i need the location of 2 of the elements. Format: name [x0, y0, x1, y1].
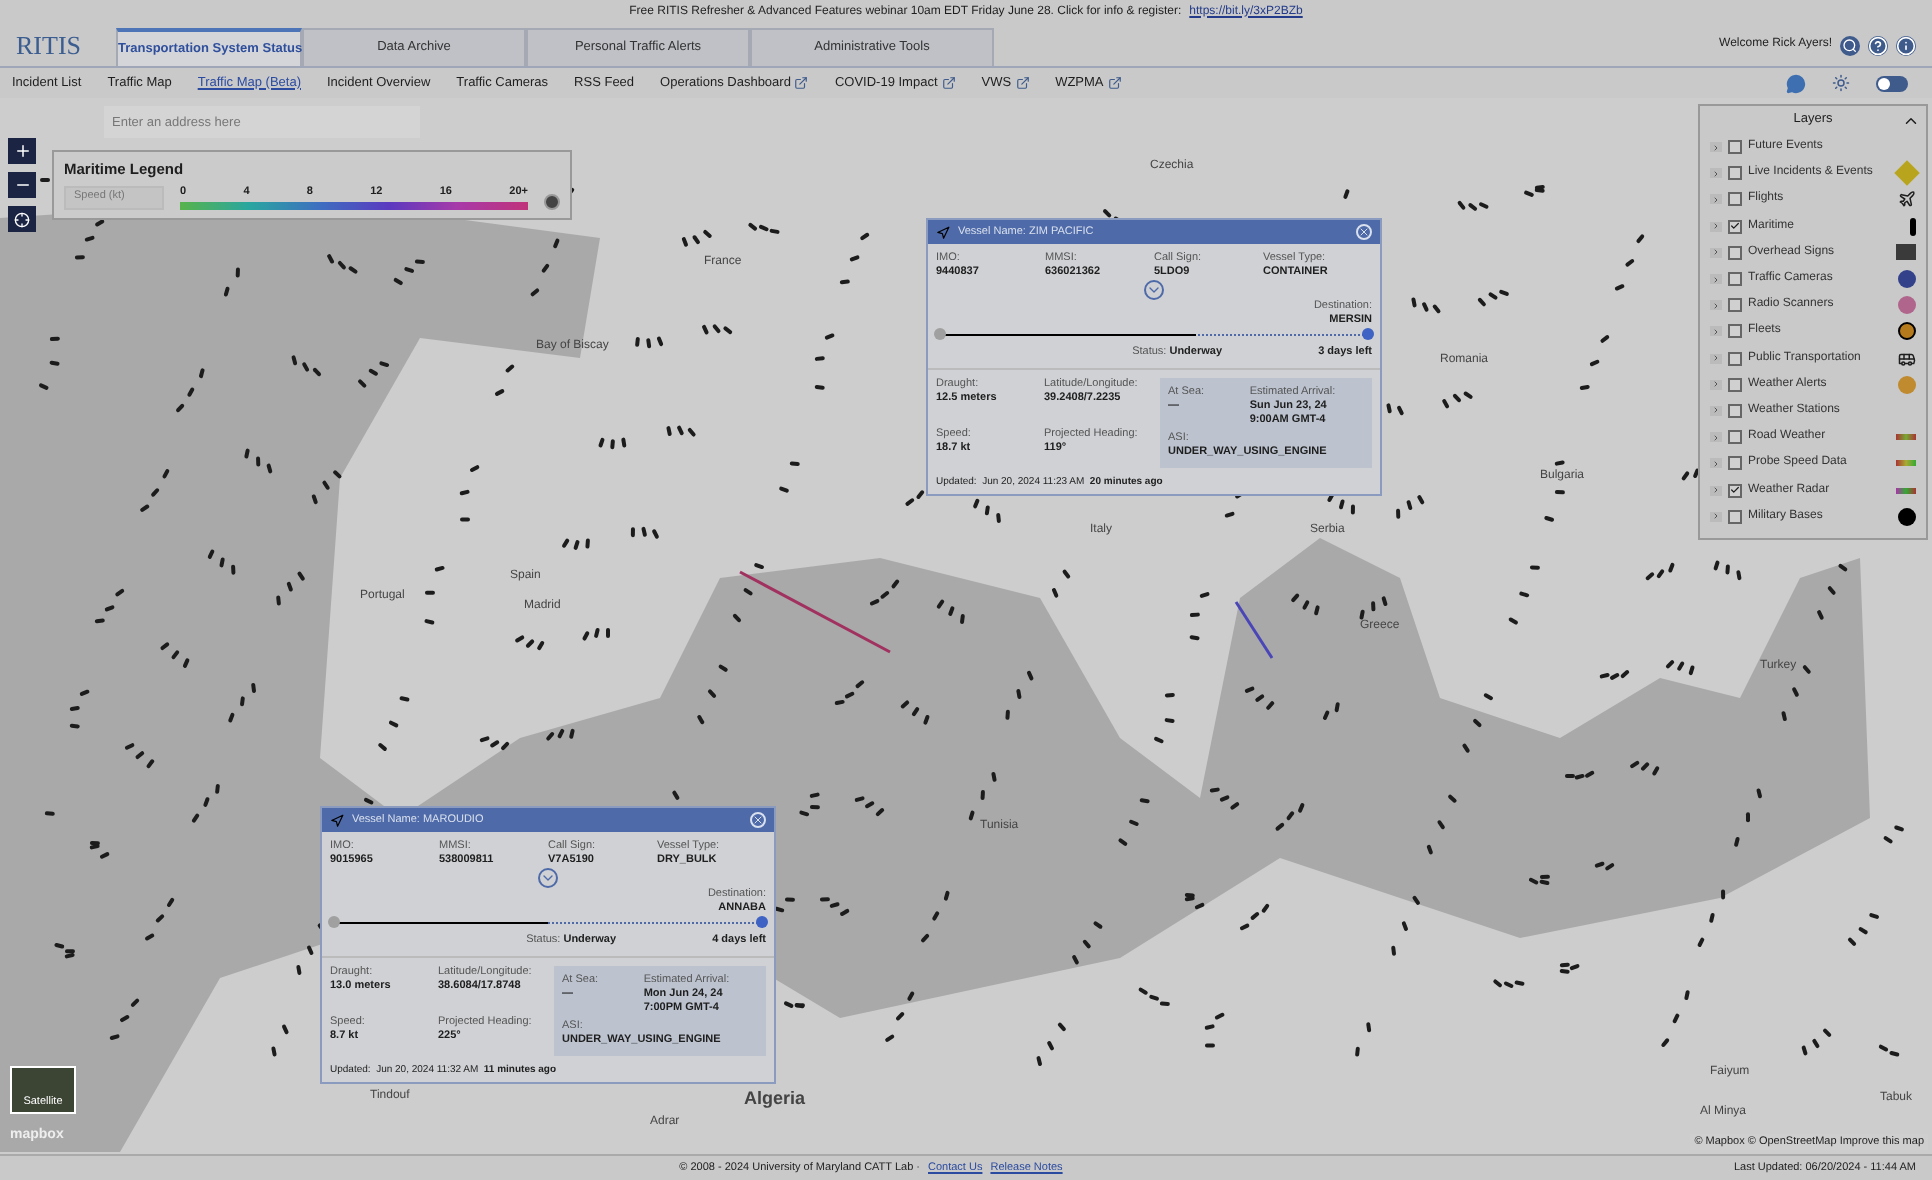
map-label: Algeria: [744, 1086, 806, 1112]
logo[interactable]: RITIS: [0, 25, 116, 65]
